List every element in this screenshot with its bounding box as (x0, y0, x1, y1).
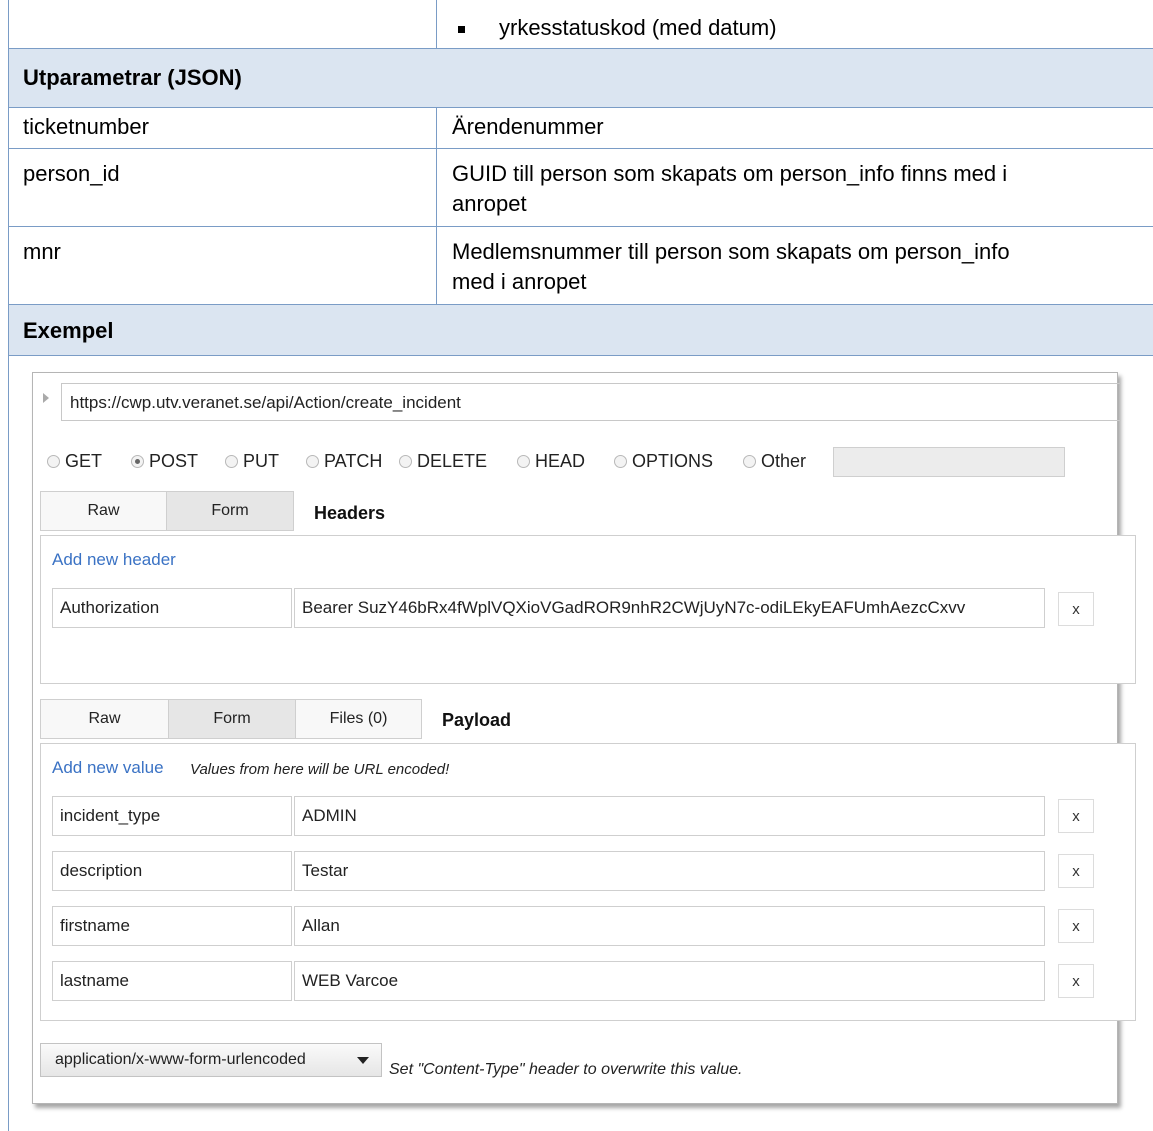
add-header-link[interactable]: Add new header (52, 550, 176, 570)
headers-tab-raw[interactable]: Raw (40, 491, 167, 531)
column-divider (436, 0, 437, 48)
column-divider (436, 107, 437, 304)
method-patch[interactable]: PATCH (306, 451, 382, 472)
bullet-marker (458, 26, 465, 33)
url-text: https://cwp.utv.veranet.se/api/Action/cr… (70, 393, 461, 412)
payload-tab-form[interactable]: Form (168, 699, 296, 739)
method-other[interactable]: Other (743, 451, 806, 472)
radio-icon (743, 455, 756, 468)
remove-value-button[interactable]: x (1058, 854, 1094, 888)
payload-key-field[interactable]: firstname (52, 906, 292, 946)
row-divider (8, 148, 1153, 149)
remove-value-button[interactable]: x (1058, 964, 1094, 998)
payload-title: Payload (442, 710, 512, 730)
method-options[interactable]: OPTIONS (614, 451, 713, 472)
payload-value-field[interactable]: ADMIN (294, 796, 1045, 836)
method-head[interactable]: HEAD (517, 451, 585, 472)
payload-value-field[interactable]: WEB Varcoe (294, 961, 1045, 1001)
example-header: Exempel (23, 318, 114, 343)
radio-icon (614, 455, 627, 468)
headers-panel: Add new header Authorization Bearer SuzY… (40, 535, 1136, 684)
payload-key-field[interactable]: description (52, 851, 292, 891)
headers-tab-form[interactable]: Form (166, 491, 294, 531)
bullet-text: yrkesstatuskod (med datum) (499, 15, 777, 40)
payload-key-field[interactable]: lastname (52, 961, 292, 1001)
payload-value-field[interactable]: Allan (294, 906, 1045, 946)
payload-tab-files[interactable]: Files (0) (295, 699, 422, 739)
payload-key-field[interactable]: incident_type (52, 796, 292, 836)
radio-icon (517, 455, 530, 468)
method-post[interactable]: POST (131, 451, 198, 472)
rest-client-screenshot: https://cwp.utv.veranet.se/api/Action/cr… (32, 372, 1136, 1104)
row-divider (8, 107, 1153, 108)
payload-value-field[interactable]: Testar (294, 851, 1045, 891)
method-put[interactable]: PUT (225, 451, 279, 472)
row-divider (8, 355, 1153, 356)
header-key-field[interactable]: Authorization (52, 588, 292, 628)
radio-icon (399, 455, 412, 468)
param-name: person_id (23, 161, 120, 186)
header-value-field[interactable]: Bearer SuzY46bRx4fWplVQXioVGadROR9nhR2CW… (294, 588, 1045, 628)
remove-value-button[interactable]: x (1058, 909, 1094, 943)
headers-title: Headers (314, 503, 386, 523)
example-header-shade (9, 305, 1153, 355)
content-type-select[interactable]: application/x-www-form-urlencoded (40, 1043, 382, 1077)
row-divider (8, 48, 1153, 49)
param-desc-cont: anropet (452, 191, 527, 216)
param-desc-cont: med i anropet (452, 269, 587, 294)
remove-header-button[interactable]: x (1058, 592, 1094, 626)
param-desc: Medlemsnummer till person som skapats om… (452, 239, 1010, 264)
out-params-header: Utparametrar (JSON) (23, 65, 242, 90)
table-left-border (8, 0, 9, 1131)
other-method-input[interactable] (833, 447, 1065, 477)
caret-down-icon (357, 1057, 369, 1064)
remove-value-button[interactable]: x (1058, 799, 1094, 833)
add-value-link[interactable]: Add new value (52, 758, 164, 778)
param-name: mnr (23, 239, 61, 264)
param-desc: Ärendenummer (452, 114, 604, 139)
row-divider (8, 226, 1153, 227)
payload-panel: Add new value Values from here will be U… (40, 743, 1136, 1021)
expand-triangle-icon[interactable] (43, 393, 49, 403)
row-divider (8, 304, 1153, 305)
radio-icon (47, 455, 60, 468)
param-desc: GUID till person som skapats om person_i… (452, 161, 1008, 186)
radio-icon (225, 455, 238, 468)
method-delete[interactable]: DELETE (399, 451, 487, 472)
content-type-value: application/x-www-form-urlencoded (55, 1051, 306, 1068)
content-type-note: Set "Content-Type" header to overwrite t… (389, 1061, 743, 1078)
method-get[interactable]: GET (47, 451, 102, 472)
payload-tab-raw[interactable]: Raw (40, 699, 169, 739)
radio-icon (306, 455, 319, 468)
url-input[interactable]: https://cwp.utv.veranet.se/api/Action/cr… (61, 383, 1121, 421)
radio-checked-icon (131, 455, 144, 468)
param-name: ticketnumber (23, 114, 149, 139)
url-encode-note: Values from here will be URL encoded! (190, 761, 450, 778)
